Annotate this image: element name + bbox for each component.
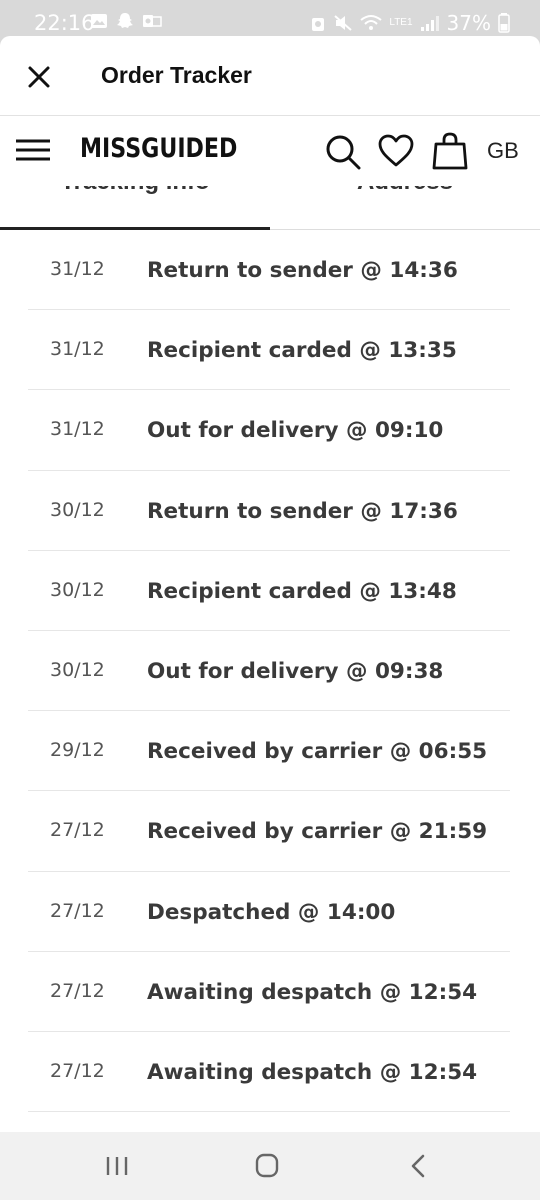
brand-logo[interactable]: MISSGUIDED xyxy=(80,133,237,164)
network-type: LTE1 xyxy=(389,17,413,28)
list-item: 29/12 Received by carrier @ 06:55 xyxy=(28,711,510,792)
event-description: Out for delivery @ 09:38 xyxy=(147,658,444,684)
event-date: 30/12 xyxy=(50,658,105,681)
event-description: Despatched @ 14:00 xyxy=(147,899,396,925)
site-header: MISSGUIDED GB xyxy=(0,116,540,186)
active-tab-indicator xyxy=(0,227,270,230)
home-icon[interactable] xyxy=(252,1152,282,1180)
event-date: 31/12 xyxy=(50,258,105,280)
list-item: 27/12 Despatched @ 14:00 xyxy=(28,872,510,952)
list-item: 31/12 Return to sender @ 14:36 xyxy=(28,230,510,311)
event-description: Recipient carded @ 13:48 xyxy=(147,578,457,604)
list-item: 31/12 Out for delivery @ 09:10 xyxy=(28,390,510,471)
region-selector[interactable]: GB xyxy=(487,138,519,164)
event-description: Out for delivery @ 09:10 xyxy=(147,418,444,444)
event-description: Awaiting despatch @ 12:54 xyxy=(147,979,478,1005)
event-date: 27/12 xyxy=(50,899,105,922)
status-right: LTE1 37% xyxy=(310,11,510,35)
event-description: Awaiting despatch @ 12:54 xyxy=(147,1059,478,1085)
event-date: 27/12 xyxy=(50,1059,105,1082)
gallery-icon xyxy=(91,14,107,28)
list-item: 30/12 Return to sender @ 17:36 xyxy=(28,471,510,551)
battery-percent: 37% xyxy=(446,11,491,35)
list-item: 27/12 Awaiting despatch @ 12:54 xyxy=(28,1032,510,1113)
mute-icon xyxy=(334,15,353,31)
event-date: 30/12 xyxy=(50,498,105,521)
page-title: Order Tracker xyxy=(101,62,252,88)
tab-divider xyxy=(270,229,540,230)
signal-icon xyxy=(420,16,439,31)
status-time: 22:16 xyxy=(34,11,95,35)
wifi-icon xyxy=(360,15,382,30)
event-date: 31/12 xyxy=(50,418,105,441)
event-description: Received by carrier @ 06:55 xyxy=(147,739,488,765)
notification-icons xyxy=(90,12,162,30)
list-item: 27/12 Received by carrier @ 21:59 xyxy=(28,791,510,872)
close-icon[interactable] xyxy=(26,64,52,90)
event-date: 29/12 xyxy=(50,739,105,762)
snapchat-icon xyxy=(117,13,133,28)
event-description: Received by carrier @ 21:59 xyxy=(147,819,488,845)
tracker-header: Order Tracker xyxy=(0,36,540,116)
search-icon[interactable] xyxy=(325,134,361,170)
event-description: Recipient carded @ 13:35 xyxy=(147,338,457,364)
shopping-bag-icon[interactable] xyxy=(432,132,468,170)
back-icon[interactable] xyxy=(404,1152,434,1180)
tracking-events-list: 31/12 Return to sender @ 14:36 31/12 Rec… xyxy=(28,230,510,1113)
event-date: 27/12 xyxy=(50,979,105,1002)
system-nav-bar xyxy=(0,1132,540,1200)
hamburger-menu-icon[interactable] xyxy=(15,137,51,163)
list-item: 27/12 Awaiting despatch @ 12:54 xyxy=(28,952,510,1032)
alarm-icon xyxy=(312,18,325,31)
list-item: 31/12 Recipient carded @ 13:35 xyxy=(28,310,510,391)
outlook-icon xyxy=(143,15,162,27)
list-item: 30/12 Out for delivery @ 09:38 xyxy=(28,631,510,712)
event-date: 30/12 xyxy=(50,578,105,601)
event-date: 31/12 xyxy=(50,338,105,361)
wishlist-heart-icon[interactable] xyxy=(378,134,414,168)
event-date: 27/12 xyxy=(50,819,105,842)
event-description: Return to sender @ 17:36 xyxy=(147,498,458,524)
list-item: 30/12 Recipient carded @ 13:48 xyxy=(28,551,510,631)
battery-icon xyxy=(498,13,510,33)
recent-apps-icon[interactable] xyxy=(102,1152,132,1180)
event-description: Return to sender @ 14:36 xyxy=(147,258,458,283)
